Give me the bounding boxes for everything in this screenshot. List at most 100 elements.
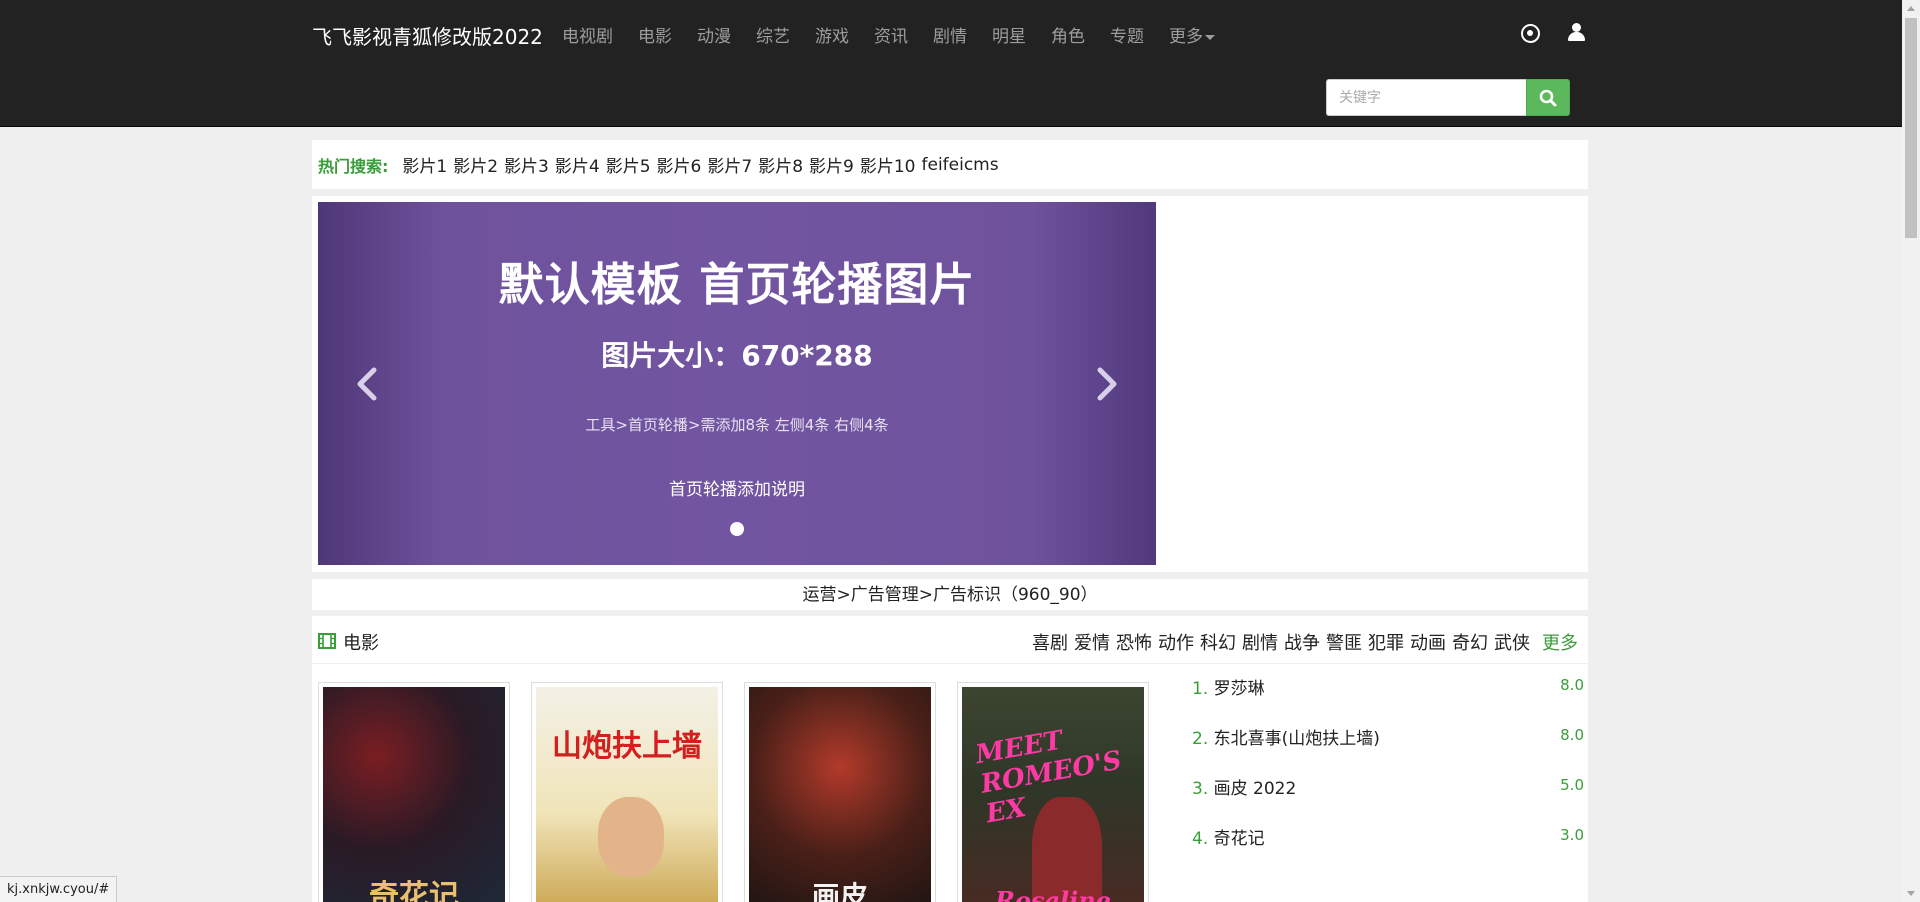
carousel-indicator-dot[interactable] xyxy=(730,522,744,536)
ad-placeholder[interactable]: 运营>广告管理>广告标识（960_90） xyxy=(312,579,1588,610)
hot-search-link[interactable]: 影片1 xyxy=(402,152,447,177)
ranking-item[interactable]: 3. 画皮 2022 5.0 xyxy=(1192,774,1584,824)
nav-item-role[interactable]: 角色 xyxy=(1051,22,1085,47)
poster-image: 奇花记 xyxy=(323,687,505,902)
chevron-right-icon xyxy=(1097,367,1117,401)
ranking-item[interactable]: 1. 罗莎琳 8.0 xyxy=(1192,674,1584,724)
slide-title: 默认模板 首页轮播图片 xyxy=(498,258,976,311)
nav-item-star[interactable]: 明星 xyxy=(992,22,1026,47)
movie-poster[interactable]: MEET ROMEO'S EX Rosaline xyxy=(957,682,1149,902)
genre-link[interactable]: 武侠 xyxy=(1494,629,1530,655)
movie-poster[interactable]: 奇花记 xyxy=(318,682,510,902)
genre-link[interactable]: 剧情 xyxy=(1242,629,1278,655)
poster-figure xyxy=(598,797,664,877)
genre-link[interactable]: 犯罪 xyxy=(1368,629,1404,655)
poster-title: 山炮扶上墙 xyxy=(552,729,702,764)
record-icon[interactable] xyxy=(1521,24,1540,43)
nav-item-topic[interactable]: 专题 xyxy=(1110,22,1144,47)
search-form xyxy=(1326,79,1570,116)
rank-title[interactable]: 画皮 2022 xyxy=(1214,779,1297,799)
rank-score: 8.0 xyxy=(1560,726,1584,744)
genre-links: 喜剧 爱情 恐怖 动作 科幻 剧情 战争 警匪 犯罪 动画 奇幻 武侠 更多 xyxy=(1026,629,1578,655)
chevron-left-icon xyxy=(357,367,377,401)
movie-section: 电影 喜剧 爱情 恐怖 动作 科幻 剧情 战争 警匪 犯罪 动画 奇幻 武侠 更… xyxy=(312,616,1588,902)
carousel-next-button[interactable] xyxy=(1092,364,1122,404)
hot-search-link[interactable]: 影片2 xyxy=(453,152,498,177)
slide-hint: 工具>首页轮播>需添加8条 左侧4条 右侧4条 xyxy=(585,416,889,434)
poster-image: MEET ROMEO'S EX Rosaline xyxy=(962,687,1144,902)
genre-link[interactable]: 喜剧 xyxy=(1032,629,1068,655)
scrollbar-thumb[interactable] xyxy=(1905,18,1917,238)
hot-search-label: 热门搜索: xyxy=(318,156,389,176)
link-status-bar: kj.xnkjw.cyou/# xyxy=(0,876,118,902)
poster-grid: 奇花记 山炮扶上墙 画皮 MEET ROMEO'S EX Rosaline xyxy=(318,682,1170,902)
rank-score: 8.0 xyxy=(1560,676,1584,694)
nav-item-game[interactable]: 游戏 xyxy=(815,22,849,47)
poster-title: 奇花记 xyxy=(369,879,459,902)
genre-link[interactable]: 恐怖 xyxy=(1116,629,1152,655)
search-input[interactable] xyxy=(1326,79,1526,116)
page-scrollbar[interactable] xyxy=(1902,0,1920,902)
user-icon[interactable] xyxy=(1566,22,1588,44)
top-navbar: 飞飞影视青狐修改版2022 电视剧 电影 动漫 综艺 游戏 资讯 剧情 明星 角… xyxy=(0,0,1902,127)
ranking-list: 1. 罗莎琳 8.0 2. 东北喜事(山炮扶上墙) 8.0 3. 画皮 2022… xyxy=(1192,674,1584,874)
nav-item-anime[interactable]: 动漫 xyxy=(697,22,731,47)
poster-image: 画皮 xyxy=(749,687,931,902)
hot-search-link[interactable]: 影片8 xyxy=(758,152,803,177)
poster-title: Rosaline xyxy=(995,886,1111,902)
movie-poster[interactable]: 山炮扶上墙 xyxy=(531,682,723,902)
rank-number: 1. xyxy=(1192,679,1209,699)
ranking-item[interactable]: 4. 奇花记 3.0 xyxy=(1192,824,1584,874)
movie-poster[interactable]: 画皮 xyxy=(744,682,936,902)
navbar-inner: 飞飞影视青狐修改版2022 电视剧 电影 动漫 综艺 游戏 资讯 剧情 明星 角… xyxy=(312,0,1588,127)
more-link[interactable]: 更多 xyxy=(1542,629,1578,655)
hot-search-link[interactable]: 影片7 xyxy=(707,152,752,177)
genre-link[interactable]: 动画 xyxy=(1410,629,1446,655)
search-button[interactable] xyxy=(1526,79,1570,116)
rank-score: 5.0 xyxy=(1560,776,1584,794)
rank-number: 3. xyxy=(1192,779,1209,799)
rank-score: 3.0 xyxy=(1560,826,1584,844)
genre-link[interactable]: 动作 xyxy=(1158,629,1194,655)
rank-title[interactable]: 罗莎琳 xyxy=(1214,679,1265,699)
slide-caption: 首页轮播添加说明 xyxy=(669,480,805,500)
genre-link[interactable]: 科幻 xyxy=(1200,629,1236,655)
genre-link[interactable]: 爱情 xyxy=(1074,629,1110,655)
movie-section-header: 电影 喜剧 爱情 恐怖 动作 科幻 剧情 战争 警匪 犯罪 动画 奇幻 武侠 更… xyxy=(312,616,1588,664)
rank-title[interactable]: 奇花记 xyxy=(1214,829,1265,849)
hot-search-link[interactable]: 影片4 xyxy=(555,152,600,177)
section-title[interactable]: 电影 xyxy=(343,629,379,655)
slide-size-text: 图片大小：670*288 xyxy=(601,339,873,372)
main-container: 热门搜索: 影片1 影片2 影片3 影片4 影片5 影片6 影片7 影片8 影片… xyxy=(312,140,1588,902)
nav-item-movie[interactable]: 电影 xyxy=(638,22,672,47)
nav-item-more[interactable]: 更多 xyxy=(1169,22,1215,47)
hot-search-link[interactable]: 影片9 xyxy=(809,152,854,177)
caret-down-icon xyxy=(1205,34,1215,40)
nav-item-plot[interactable]: 剧情 xyxy=(933,22,967,47)
nav-item-more-label: 更多 xyxy=(1169,27,1203,47)
carousel-prev-button[interactable] xyxy=(352,364,382,404)
hot-search-link[interactable]: 影片6 xyxy=(657,152,702,177)
ranking-item[interactable]: 2. 东北喜事(山炮扶上墙) 8.0 xyxy=(1192,724,1584,774)
nav-item-variety[interactable]: 综艺 xyxy=(756,22,790,47)
nav-icons xyxy=(1521,22,1588,44)
rank-title[interactable]: 东北喜事(山炮扶上墙) xyxy=(1214,729,1380,749)
nav-item-news[interactable]: 资讯 xyxy=(874,22,908,47)
genre-link[interactable]: 警匪 xyxy=(1326,629,1362,655)
rank-number: 4. xyxy=(1192,829,1209,849)
genre-link[interactable]: 战争 xyxy=(1284,629,1320,655)
search-icon xyxy=(1539,89,1557,106)
nav-item-tv[interactable]: 电视剧 xyxy=(562,22,613,47)
hot-search-link[interactable]: 影片10 xyxy=(860,152,916,177)
hot-search-link[interactable]: feifeicms xyxy=(922,155,999,175)
genre-link[interactable]: 奇幻 xyxy=(1452,629,1488,655)
film-icon xyxy=(318,633,336,649)
hot-search-link[interactable]: 影片3 xyxy=(504,152,549,177)
scroll-down-arrow-icon[interactable] xyxy=(1907,891,1915,896)
hot-search-link[interactable]: 影片5 xyxy=(606,152,651,177)
hot-search-bar: 热门搜索: 影片1 影片2 影片3 影片4 影片5 影片6 影片7 影片8 影片… xyxy=(312,140,1588,189)
scroll-up-arrow-icon[interactable] xyxy=(1907,6,1915,11)
site-brand[interactable]: 飞飞影视青狐修改版2022 xyxy=(312,21,543,50)
carousel-slide[interactable]: 默认模板 首页轮播图片 图片大小：670*288 工具>首页轮播>需添加8条 左… xyxy=(318,202,1156,565)
poster-image: 山炮扶上墙 xyxy=(536,687,718,902)
